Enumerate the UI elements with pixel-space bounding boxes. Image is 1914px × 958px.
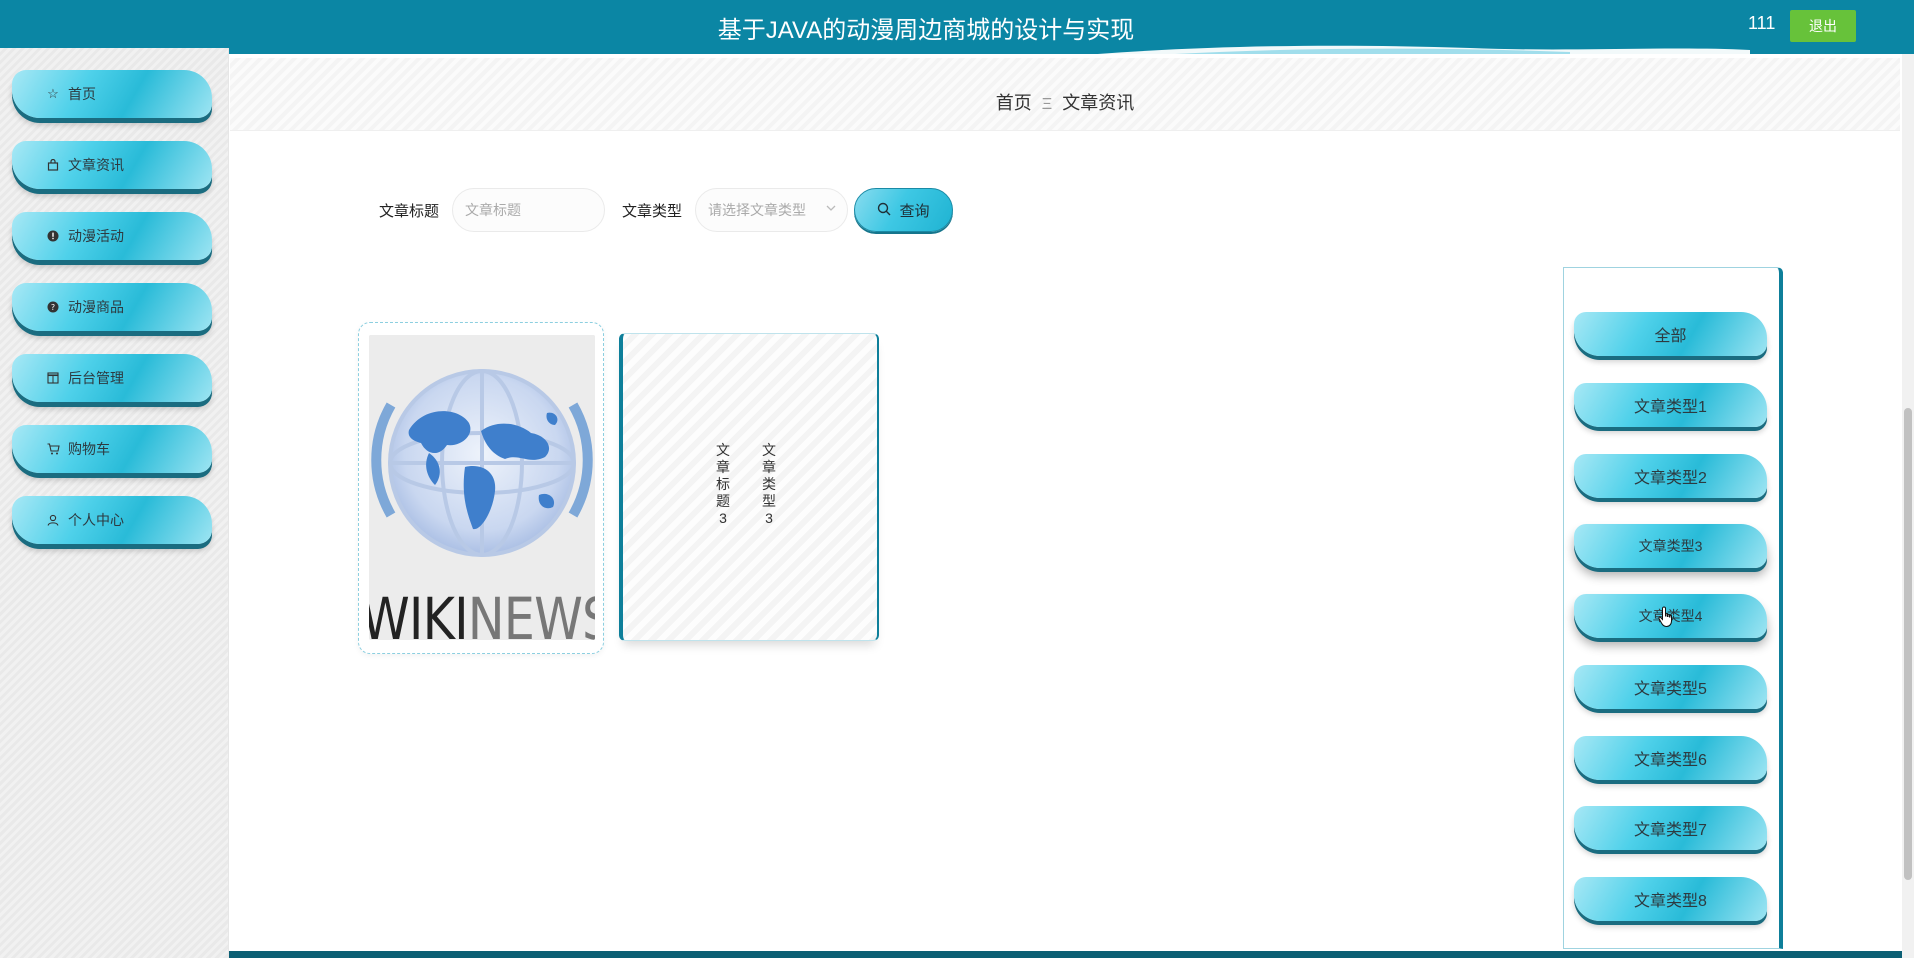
search-button[interactable]: 查询 xyxy=(854,188,953,232)
sidebar-item-events[interactable]: 动漫活动 xyxy=(12,212,212,260)
search-icon xyxy=(877,202,891,219)
category-type7-button[interactable]: 文章类型7 xyxy=(1574,806,1767,850)
title-search-placeholder: 文章标题 xyxy=(465,202,521,218)
article-thumbnail: WIKINEWS xyxy=(369,335,595,640)
sidebar-item-label: 动漫活动 xyxy=(68,228,124,244)
wikinews-brand-text: WIKINEWS xyxy=(369,585,595,640)
sidebar-item-articles[interactable]: 文章资讯 xyxy=(12,141,212,189)
category-type3-button[interactable]: 文章类型3 xyxy=(1574,524,1767,568)
sidebar-item-label: 购物车 xyxy=(68,441,110,457)
article-type: 文章类型3 xyxy=(762,442,776,526)
breadcrumb: 首页 Ξ 文章资讯 xyxy=(230,89,1900,115)
category-all-button[interactable]: 全部 xyxy=(1574,312,1767,356)
svg-text:?: ? xyxy=(51,303,55,312)
breadcrumb-separator: Ξ xyxy=(1041,96,1053,113)
wikinews-globe-icon xyxy=(369,335,595,585)
article-card[interactable]: 文章标题3 文章类型3 xyxy=(619,333,879,641)
chevron-down-icon xyxy=(825,202,837,217)
hand-cursor-icon xyxy=(1658,606,1672,628)
header-wave-decoration xyxy=(1097,45,1750,54)
sidebar-item-admin[interactable]: 后台管理 xyxy=(12,354,212,402)
type-select[interactable]: 请选择文章类型 xyxy=(695,188,848,232)
article-card[interactable]: WIKINEWS xyxy=(358,322,604,654)
type-search-label: 文章类型 xyxy=(622,203,683,220)
site-title: 基于JAVA的动漫周边商城的设计与实现 xyxy=(717,17,1135,44)
logout-button[interactable]: 退出 xyxy=(1790,10,1856,42)
sidebar-item-products[interactable]: ? 动漫商品 xyxy=(12,283,212,331)
user-icon xyxy=(46,514,60,526)
sidebar-item-profile[interactable]: 个人中心 xyxy=(12,496,212,544)
page-scrollbar-thumb[interactable] xyxy=(1904,408,1912,880)
breadcrumb-bar: 首页 Ξ 文章资讯 xyxy=(230,58,1900,131)
breadcrumb-home[interactable]: 首页 xyxy=(996,93,1032,113)
category-type6-button[interactable]: 文章类型6 xyxy=(1574,736,1767,780)
star-icon: ☆ xyxy=(47,86,59,101)
username-label: 111 xyxy=(1748,13,1776,33)
alert-circle-icon xyxy=(46,230,60,242)
sidebar-item-label: 文章资讯 xyxy=(68,157,124,173)
type-select-placeholder: 请选择文章类型 xyxy=(708,202,806,218)
top-header: 基于JAVA的动漫周边商城的设计与实现 111 退出 xyxy=(0,0,1914,54)
category-type8-button[interactable]: 文章类型8 xyxy=(1574,877,1767,921)
footer-band xyxy=(229,951,1902,958)
breadcrumb-current: 文章资讯 xyxy=(1062,93,1135,113)
article-title: 文章标题3 xyxy=(716,442,730,526)
sidebar-item-label: 动漫商品 xyxy=(68,299,124,315)
cart-icon xyxy=(46,443,60,455)
box-icon xyxy=(46,372,60,384)
sidebar-item-label: 个人中心 xyxy=(68,512,124,528)
sidebar-item-label: 首页 xyxy=(68,86,96,102)
search-button-label: 查询 xyxy=(899,202,930,220)
sidebar: ☆ 首页 文章资讯 动漫活动 ? 动漫商品 后台管理 购物车 个人中心 xyxy=(0,48,229,958)
category-type5-button[interactable]: 文章类型5 xyxy=(1574,665,1767,709)
title-search-label: 文章标题 xyxy=(379,203,440,220)
sidebar-item-label: 后台管理 xyxy=(68,370,124,386)
bag-icon xyxy=(46,159,60,171)
sidebar-item-cart[interactable]: 购物车 xyxy=(12,425,212,473)
title-search-input[interactable]: 文章标题 xyxy=(452,188,605,232)
sidebar-item-home[interactable]: ☆ 首页 xyxy=(12,70,212,118)
question-circle-icon: ? xyxy=(46,301,60,313)
category-type1-button[interactable]: 文章类型1 xyxy=(1574,383,1767,427)
category-type2-button[interactable]: 文章类型2 xyxy=(1574,454,1767,498)
